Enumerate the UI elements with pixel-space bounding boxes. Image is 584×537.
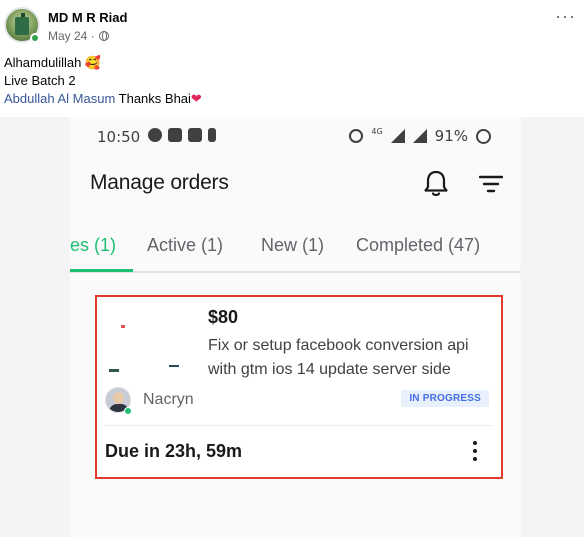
online-status-dot [30,33,40,43]
post-date[interactable]: May 24 · [48,29,95,43]
post-header: MD M R Riad May 24 · ··· [0,0,584,52]
order-price: $80 [208,307,239,327]
more-options-icon[interactable]: ··· [555,7,576,25]
due-time: Due in 23h, 59m [105,441,243,461]
status-badge: IN PROGRESS [401,390,489,407]
filter-icon[interactable] [479,175,503,193]
status-bar: 10:50 4G 91% [70,117,521,157]
post-line-3-tail: Thanks Bhai [115,91,191,106]
notification-icons [148,128,216,142]
mention-link[interactable]: Abdullah Al Masum [4,91,115,106]
title-bar: Manage orders [70,157,521,215]
post-text: Alhamdulillah 🥰 Live Batch 2 Abdullah Al… [4,54,202,108]
forward-icon [188,128,202,142]
status-right: 4G 91% [349,127,491,145]
buyer-online-dot [124,407,132,415]
author-name[interactable]: MD M R Riad [48,10,127,25]
network-label: 4G [371,126,383,136]
buyer-name[interactable]: Nacryn [143,391,194,409]
kebab-menu-icon[interactable] [473,441,477,461]
tab-completed[interactable]: Completed (47) [356,235,480,256]
gig-thumbnail [105,305,200,383]
gmail-icon [168,128,182,142]
order-tabs: es (1) Active (1) New (1) Completed (47) [70,217,521,273]
post-line-2: Live Batch 2 [4,73,76,88]
signal-icon [390,129,405,143]
order-card[interactable]: $80 Fix or setup facebook conversion api… [95,295,503,479]
tab-new[interactable]: New (1) [261,235,324,256]
post-line-3: Abdullah Al Masum Thanks Bhai❤ [4,90,202,108]
battery-percent: 91% [434,127,468,145]
active-tab-indicator [70,269,133,272]
bell-icon[interactable] [423,169,449,197]
attached-screenshot[interactable]: 10:50 4G 91% Manage orders es (1) Active… [0,117,584,537]
arrow-icon [208,128,216,142]
phone-screen: 10:50 4G 91% Manage orders es (1) Active… [70,117,521,537]
tab-priority[interactable]: es (1) [70,235,116,256]
post-meta: May 24 · [48,29,109,43]
messenger-icon [148,128,162,142]
battery-icon [476,128,491,144]
tab-active[interactable]: Active (1) [147,235,223,256]
signal-icon-2 [412,129,427,143]
post-line-1: Alhamdulillah 🥰 [4,55,102,70]
status-time: 10:50 [97,128,141,146]
card-divider [105,425,493,426]
alarm-icon [349,129,364,143]
globe-icon [98,31,109,41]
heart-emoji: ❤ [190,91,202,106]
page-title: Manage orders [90,171,229,194]
order-title: Fix or setup facebook conversion api wit… [208,337,469,378]
